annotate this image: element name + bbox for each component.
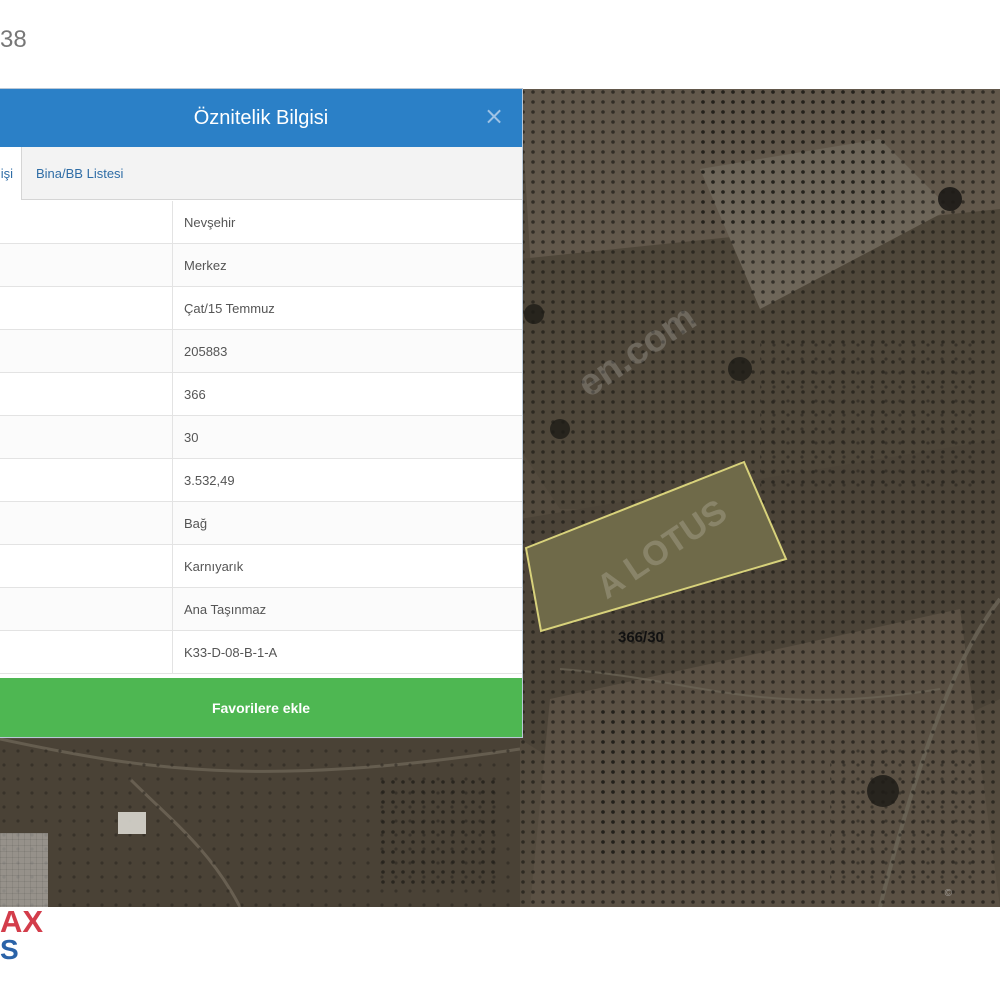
- row-label-cell: [0, 416, 173, 458]
- row-value-cell: 366: [184, 386, 206, 402]
- row-label-cell: [0, 631, 173, 673]
- row-value-cell: Nevşehir: [184, 214, 236, 230]
- tab-info[interactable]: işi: [0, 147, 22, 200]
- row-value-cell: 3.532,49: [184, 472, 235, 488]
- row-value-cell: Merkez: [184, 257, 227, 273]
- row-value-cell: Karnıyarık: [184, 558, 244, 574]
- table-row: K33-D-08-B-1-A: [0, 631, 522, 674]
- row-label-cell: [0, 545, 173, 587]
- logo-grid: [0, 833, 48, 907]
- map-attribution: ©: [944, 888, 952, 899]
- table-row: 3.532,49: [0, 459, 522, 502]
- row-label-cell: [0, 373, 173, 415]
- row-value-cell: 205883: [184, 343, 228, 359]
- row-label-cell: [0, 588, 173, 630]
- page: 38 366/30 en.com A LOTUS © Öznitelik Bil…: [0, 0, 1000, 1000]
- parcel-label: 366/30: [618, 629, 664, 646]
- close-icon[interactable]: ×: [482, 102, 506, 130]
- table-row: Çat/15 Temmuz: [0, 287, 522, 330]
- row-label-cell: [0, 330, 173, 372]
- attribute-info-panel: Öznitelik Bilgisi × işi Bina/BB Listesi …: [0, 89, 522, 737]
- panel-title: Öznitelik Bilgisi: [193, 106, 329, 129]
- table-row: Bağ: [0, 502, 522, 545]
- add-to-favorites-button[interactable]: Favorilere ekle: [0, 678, 522, 737]
- row-value-cell: Bağ: [184, 515, 208, 531]
- top-partial-text: 38: [0, 26, 27, 53]
- row-label-cell: [0, 244, 173, 286]
- row-value-cell: K33-D-08-B-1-A: [184, 644, 278, 660]
- panel-header: Öznitelik Bilgisi ×: [0, 89, 522, 147]
- attribute-table: Nevşehir Merkez Çat/15 Temmuz 205883 366…: [0, 201, 522, 675]
- panel-tabs: işi Bina/BB Listesi: [0, 147, 522, 200]
- row-value-cell: Çat/15 Temmuz: [184, 300, 275, 316]
- table-row: Merkez: [0, 244, 522, 287]
- logo-s-text: S: [0, 934, 19, 965]
- table-row: 366: [0, 373, 522, 416]
- row-value-cell: 30: [184, 429, 199, 445]
- table-row: Nevşehir: [0, 201, 522, 244]
- table-row: 205883: [0, 330, 522, 373]
- table-row: Ana Taşınmaz: [0, 588, 522, 631]
- table-row: 30: [0, 416, 522, 459]
- row-label-cell: [0, 287, 173, 329]
- row-label-cell: [0, 459, 173, 501]
- table-row: Karnıyarık: [0, 545, 522, 588]
- row-value-cell: Ana Taşınmaz: [184, 601, 267, 617]
- row-label-cell: [0, 502, 173, 544]
- tab-building-list[interactable]: Bina/BB Listesi: [36, 147, 123, 200]
- row-label-cell: [0, 201, 173, 243]
